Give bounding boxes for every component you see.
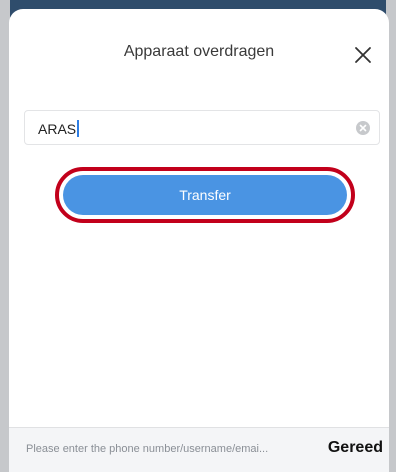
- clear-icon[interactable]: [356, 121, 370, 135]
- keyboard-accessory-bar: Please enter the phone number/username/e…: [9, 427, 389, 472]
- input-placeholder: Please enter the phone number/username/e…: [26, 443, 269, 455]
- transfer-device-modal: Apparaat overdragen ARAS Transfer Please…: [9, 9, 389, 472]
- transfer-button[interactable]: Transfer: [63, 175, 347, 215]
- text-caret: [77, 120, 80, 137]
- transfer-button-highlight: Transfer: [55, 167, 355, 223]
- search-field[interactable]: ARAS: [24, 110, 380, 145]
- done-button[interactable]: Gereed: [328, 439, 383, 457]
- search-input[interactable]: ARAS: [38, 120, 80, 137]
- modal-title: Apparaat overdragen: [123, 43, 275, 60]
- close-icon[interactable]: [353, 45, 373, 65]
- modal-header: Apparaat overdragen: [9, 9, 389, 89]
